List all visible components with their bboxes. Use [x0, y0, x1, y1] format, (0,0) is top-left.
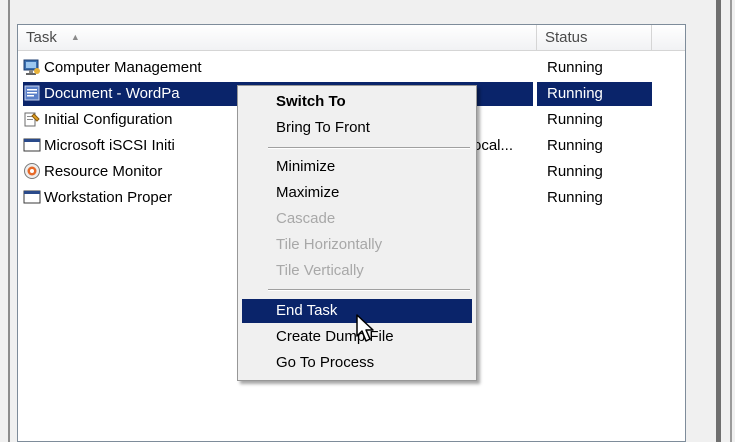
list-header: Task ▲ Status — [18, 25, 685, 51]
column-header-task-label: Task — [26, 29, 57, 46]
menu-item-bring-to-front[interactable]: Bring To Front — [242, 116, 472, 140]
menu-item-maximize[interactable]: Maximize — [242, 181, 472, 205]
status-cell: Running — [547, 111, 603, 128]
status-cell: Running — [547, 137, 603, 154]
menu-item-go-to-process[interactable]: Go To Process — [242, 351, 472, 375]
column-header-filler — [652, 25, 685, 50]
menu-item-cascade: Cascade — [276, 210, 336, 227]
menu-item-minimize[interactable]: Minimize — [242, 155, 472, 179]
task-name: Workstation Proper — [44, 189, 173, 206]
window-icon — [23, 136, 41, 154]
column-header-status[interactable]: Status — [537, 25, 652, 50]
task-name: Resource Monitor — [44, 163, 163, 180]
menu-item-tile-horizontally: Tile Horizontally — [276, 236, 383, 253]
menu-separator — [268, 147, 470, 149]
task-cell[interactable]: Computer Management — [23, 56, 533, 80]
sort-ascending-icon: ▲ — [70, 32, 80, 42]
menu-item-tile-vertically: Tile Vertically — [276, 262, 364, 279]
task-name-tail: ocal... — [473, 137, 514, 154]
task-name: Microsoft iSCSI Initi — [44, 137, 175, 154]
panel-splitter[interactable] — [716, 0, 721, 442]
status-cell: Running — [547, 59, 603, 76]
column-header-task[interactable]: Task ▲ — [18, 25, 537, 50]
task-name: Document - WordPa — [44, 85, 180, 102]
mouse-cursor-icon — [356, 314, 374, 342]
task-name: Computer Management — [44, 59, 202, 76]
table-row[interactable]: Computer Management Running — [18, 56, 685, 82]
wordpad-icon — [23, 84, 41, 102]
status-cell: Running — [547, 163, 603, 180]
status-cell: Running — [537, 82, 652, 106]
resource-monitor-icon — [23, 162, 41, 180]
menu-item-switch-to[interactable]: Switch To — [242, 90, 472, 114]
window-icon — [23, 188, 41, 206]
panel-edge — [730, 0, 732, 442]
window-left-edge — [8, 0, 10, 442]
computer-management-icon — [23, 58, 41, 76]
status-cell: Running — [547, 189, 603, 206]
column-header-status-label: Status — [545, 29, 588, 46]
menu-separator — [268, 289, 470, 291]
initial-configuration-icon — [23, 110, 41, 128]
task-name: Initial Configuration — [44, 111, 173, 128]
